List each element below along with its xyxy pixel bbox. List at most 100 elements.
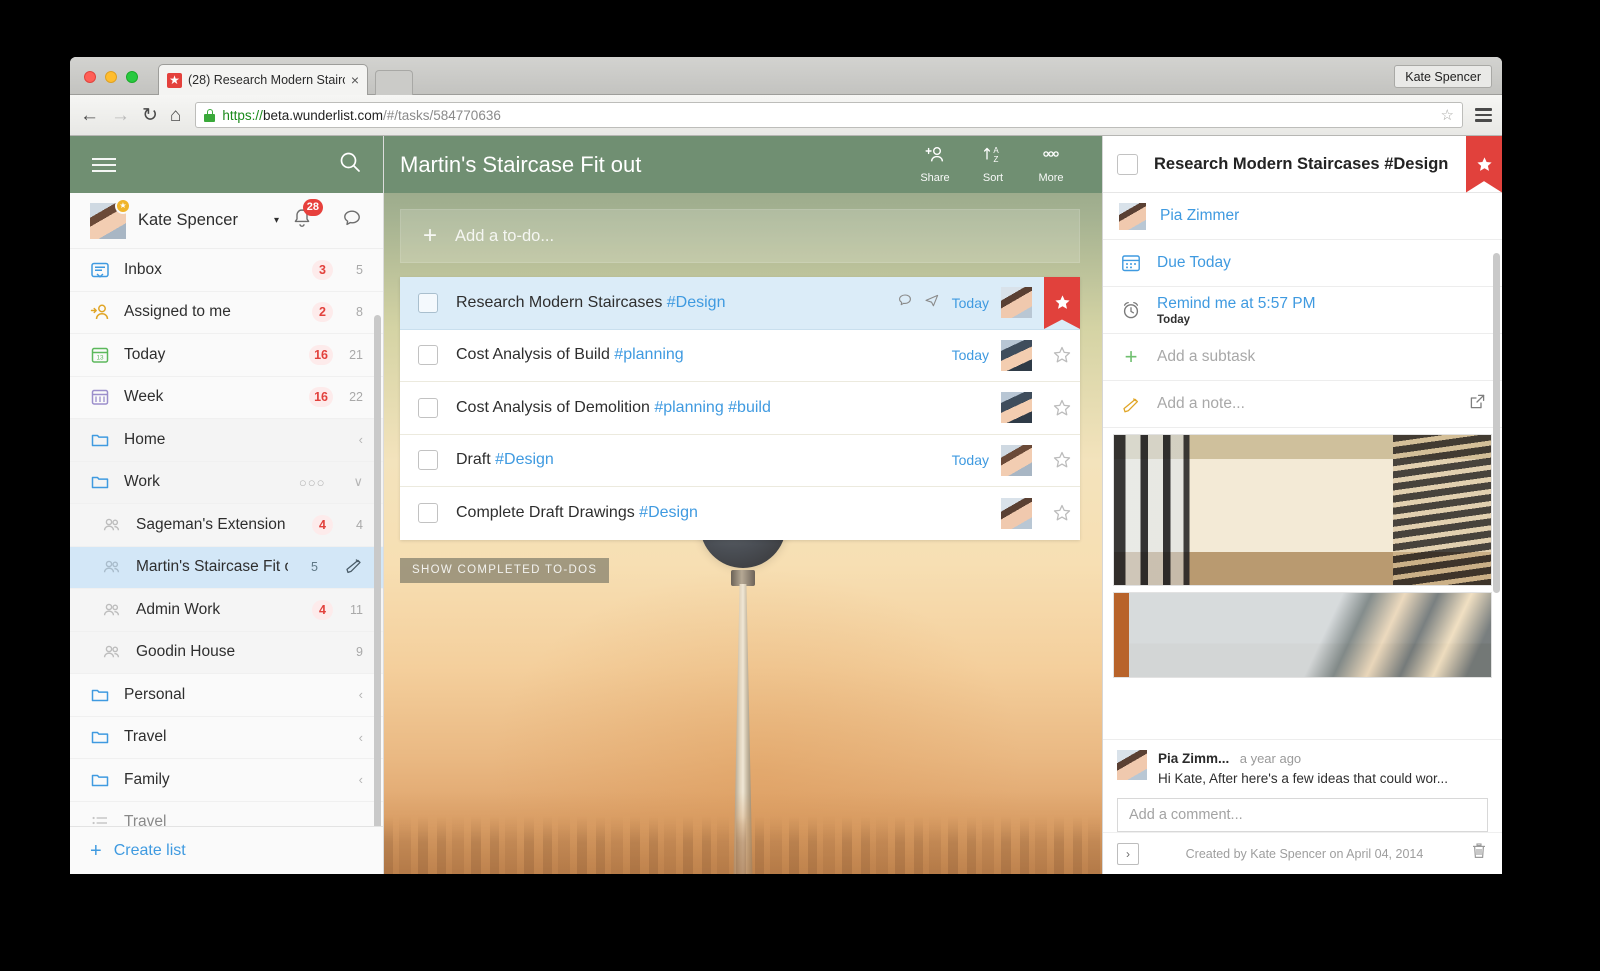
- detail-scroll-area[interactable]: Pia Zimmer Due Today Remind me at 5:57 P…: [1103, 193, 1502, 739]
- sidebar-item-admin-work[interactable]: Admin Work 4 11: [70, 589, 383, 632]
- star-button[interactable]: [1044, 451, 1080, 469]
- avatar: [1001, 445, 1032, 476]
- wunderlist-favicon-icon: [167, 73, 182, 88]
- todo-title: Draft #Design: [456, 451, 952, 469]
- detail-reminder-row[interactable]: Remind me at 5:57 PM Today: [1103, 287, 1502, 334]
- browser-menu-icon[interactable]: [1475, 108, 1492, 122]
- sort-button[interactable]: AZ Sort: [964, 145, 1022, 184]
- window-close-button[interactable]: [84, 71, 96, 83]
- address-bar[interactable]: https://beta.wunderlist.com/#/tasks/5847…: [195, 102, 1463, 128]
- folder-icon: [90, 770, 110, 790]
- table-row[interactable]: Cost Analysis of Demolition #planning #b…: [400, 382, 1080, 435]
- table-row[interactable]: Complete Draft Drawings #Design: [400, 487, 1080, 540]
- sidebar-item-sagemans-extension[interactable]: Sageman's Extension 4 4: [70, 504, 383, 547]
- star-button[interactable]: [1044, 399, 1080, 417]
- sidebar-item-today[interactable]: 13 Today 16 21: [70, 334, 383, 377]
- reminder-label: Remind me at 5:57 PM: [1157, 295, 1316, 313]
- detail-scrollbar[interactable]: [1493, 253, 1500, 593]
- sidebar-item-label: Week: [124, 388, 295, 406]
- sidebar-item-label: Inbox: [124, 261, 298, 279]
- todo-checkbox[interactable]: [418, 503, 438, 523]
- sidebar-folder-work[interactable]: Work ○○○ ∨: [70, 462, 383, 505]
- browser-tab-active[interactable]: (28) Research Modern Stairc ×: [158, 64, 368, 95]
- todo-title-text: Draft: [456, 451, 495, 468]
- detail-add-subtask-row[interactable]: + Add a subtask: [1103, 334, 1502, 381]
- folder-icon: [90, 472, 110, 492]
- more-dots-icon[interactable]: ○○○: [299, 475, 326, 490]
- table-row[interactable]: Cost Analysis of Build #planning Today: [400, 330, 1080, 383]
- table-row[interactable]: Draft #Design Today: [400, 435, 1080, 488]
- open-external-icon[interactable]: [1469, 393, 1486, 415]
- forward-icon[interactable]: →: [111, 106, 130, 125]
- chevron-down-icon[interactable]: ▾: [274, 215, 279, 226]
- back-icon[interactable]: ←: [80, 106, 99, 125]
- browser-window: (28) Research Modern Stairc × Kate Spenc…: [70, 57, 1502, 874]
- chevron-left-icon[interactable]: ‹: [359, 687, 363, 702]
- sidebar-folder-home[interactable]: Home ‹: [70, 419, 383, 462]
- attachment-photo[interactable]: [1113, 434, 1492, 586]
- reload-icon[interactable]: ↻: [142, 106, 158, 125]
- detail-assignee-row[interactable]: Pia Zimmer: [1103, 193, 1502, 240]
- detail-todo-checkbox[interactable]: [1117, 154, 1138, 175]
- collapse-panel-button[interactable]: ›: [1117, 843, 1139, 865]
- sidebar-item-martins-staircase-fit-out[interactable]: Martin's Staircase Fit o.. 5: [70, 547, 383, 590]
- unread-count: 16: [309, 345, 333, 365]
- sidebar-item-travel-list[interactable]: Travel: [70, 802, 383, 827]
- search-icon[interactable]: [339, 151, 361, 178]
- star-button[interactable]: [1044, 277, 1080, 330]
- url-host: beta.wunderlist.com: [263, 108, 383, 123]
- sidebar-item-assigned-to-me[interactable]: Assigned to me 2 8: [70, 292, 383, 335]
- add-todo-input[interactable]: + Add a to-do...: [400, 209, 1080, 263]
- notifications-bell-icon[interactable]: 28: [291, 207, 313, 234]
- sidebar-folder-family[interactable]: Family ‹: [70, 759, 383, 802]
- user-profile-row[interactable]: ★ Kate Spencer ▾ 28: [70, 193, 383, 249]
- sidebar-folder-travel[interactable]: Travel ‹: [70, 717, 383, 760]
- todo-tags: #planning #build: [654, 399, 771, 416]
- detail-star-button[interactable]: [1466, 136, 1502, 193]
- todo-checkbox[interactable]: [418, 345, 438, 365]
- todo-checkbox[interactable]: [418, 450, 438, 470]
- svg-text:13: 13: [96, 354, 104, 361]
- star-button[interactable]: [1044, 346, 1080, 364]
- browser-profile-button[interactable]: Kate Spencer: [1394, 65, 1492, 88]
- new-tab-button[interactable]: [375, 70, 413, 95]
- sidebar-item-week[interactable]: Week 16 22: [70, 377, 383, 420]
- comment-input[interactable]: Add a comment...: [1117, 798, 1488, 832]
- chevron-left-icon[interactable]: ‹: [359, 730, 363, 745]
- home-icon[interactable]: ⌂: [170, 106, 181, 125]
- sidebar-list-scroll[interactable]: Inbox 3 5 Assigned to me 2 8 13 T: [70, 249, 383, 826]
- attachment-photo[interactable]: [1113, 592, 1492, 678]
- sidebar-item-goodin-house[interactable]: Goodin House 9: [70, 632, 383, 675]
- chevron-left-icon[interactable]: ‹: [359, 772, 363, 787]
- chevron-left-icon[interactable]: ‹: [359, 432, 363, 447]
- sidebar-item-inbox[interactable]: Inbox 3 5: [70, 249, 383, 292]
- sidebar-scrollbar[interactable]: [374, 315, 381, 826]
- close-icon[interactable]: ×: [351, 73, 359, 87]
- browser-toolbar: ← → ↻ ⌂ https://beta.wunderlist.com/#/ta…: [70, 95, 1502, 136]
- edit-pencil-icon[interactable]: [344, 555, 363, 579]
- show-completed-todos-button[interactable]: SHOW COMPLETED TO-DOS: [400, 558, 609, 583]
- todo-checkbox[interactable]: [418, 293, 438, 313]
- sidebar-item-label: Martin's Staircase Fit o..: [136, 558, 288, 576]
- detail-add-note-row[interactable]: Add a note...: [1103, 381, 1502, 428]
- more-dots-icon: [1040, 145, 1062, 170]
- window-minimize-button[interactable]: [105, 71, 117, 83]
- detail-due-date-row[interactable]: Due Today: [1103, 240, 1502, 287]
- todo-due-date: Today: [952, 295, 989, 311]
- comment-author: Pia Zimm...: [1158, 751, 1229, 766]
- star-button[interactable]: [1044, 504, 1080, 522]
- chat-bubble-icon[interactable]: [341, 207, 363, 234]
- bookmark-star-icon[interactable]: ☆: [1441, 106, 1454, 124]
- table-row[interactable]: Research Modern Staircases #Design Today: [400, 277, 1080, 330]
- create-list-button[interactable]: + Create list: [70, 826, 383, 874]
- share-button[interactable]: Share: [906, 145, 964, 184]
- more-button[interactable]: More: [1022, 145, 1080, 184]
- window-maximize-button[interactable]: [126, 71, 138, 83]
- svg-text:Z: Z: [994, 155, 999, 164]
- todo-checkbox[interactable]: [418, 398, 438, 418]
- add-note-label: Add a note...: [1157, 395, 1455, 413]
- sidebar-folder-personal[interactable]: Personal ‹: [70, 674, 383, 717]
- trash-icon[interactable]: [1470, 842, 1488, 865]
- chevron-down-icon[interactable]: ∨: [353, 474, 363, 490]
- hamburger-menu-icon[interactable]: [92, 158, 116, 172]
